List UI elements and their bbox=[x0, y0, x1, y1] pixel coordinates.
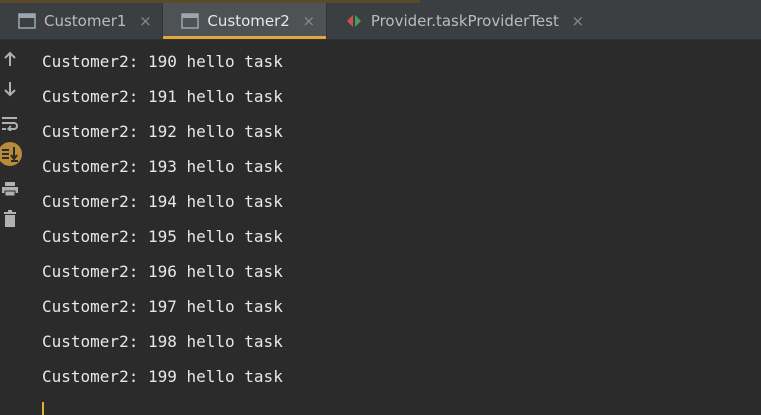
tab-provider-taskprovidertest[interactable]: Provider.taskProviderTest × bbox=[327, 3, 595, 39]
run-window-icon bbox=[181, 13, 200, 29]
console-line: Customer2: 192 hello task bbox=[42, 122, 283, 141]
soft-wrap-icon[interactable] bbox=[0, 112, 20, 134]
console-line: Customer2: 190 hello task bbox=[42, 52, 283, 71]
console-line: Customer2: 199 hello task bbox=[42, 367, 283, 386]
tab-customer1[interactable]: Customer1 × bbox=[0, 3, 162, 39]
console-line: Customer2: 197 hello task bbox=[42, 297, 283, 316]
close-icon[interactable]: × bbox=[138, 12, 152, 30]
console-line: Customer2: 198 hello task bbox=[42, 332, 283, 351]
tab-label: Customer1 bbox=[44, 12, 127, 30]
run-window-icon bbox=[18, 13, 36, 29]
console-line: Customer2: 193 hello task bbox=[42, 157, 283, 176]
console-toolbar bbox=[0, 40, 24, 415]
print-icon[interactable] bbox=[0, 178, 20, 200]
tab-label: Provider.taskProviderTest bbox=[370, 12, 559, 30]
close-icon[interactable]: × bbox=[571, 12, 585, 30]
console-line: Customer2: 194 hello task bbox=[42, 192, 283, 211]
run-tab-bar: Customer1 × Customer2 × Provider.taskPro… bbox=[0, 3, 761, 40]
clear-all-icon[interactable] bbox=[0, 208, 20, 230]
input-caret[interactable] bbox=[42, 402, 44, 415]
scroll-up-icon[interactable] bbox=[0, 48, 20, 70]
console-line: Customer2: 196 hello task bbox=[42, 262, 283, 281]
console-line: Customer2: 191 hello task bbox=[42, 87, 283, 106]
run-console-window: Customer1 × Customer2 × Provider.taskPro… bbox=[0, 0, 761, 415]
scroll-down-icon[interactable] bbox=[0, 78, 20, 100]
console-line: Customer2: 195 hello task bbox=[42, 227, 283, 246]
console-output: Customer2: 190 hello task Customer2: 191… bbox=[42, 44, 742, 394]
tab-customer2[interactable]: Customer2 × bbox=[163, 3, 327, 39]
test-run-icon bbox=[345, 13, 363, 29]
close-icon[interactable]: × bbox=[302, 12, 316, 30]
tab-label: Customer2 bbox=[207, 12, 290, 30]
scroll-to-end-icon[interactable] bbox=[0, 142, 22, 166]
